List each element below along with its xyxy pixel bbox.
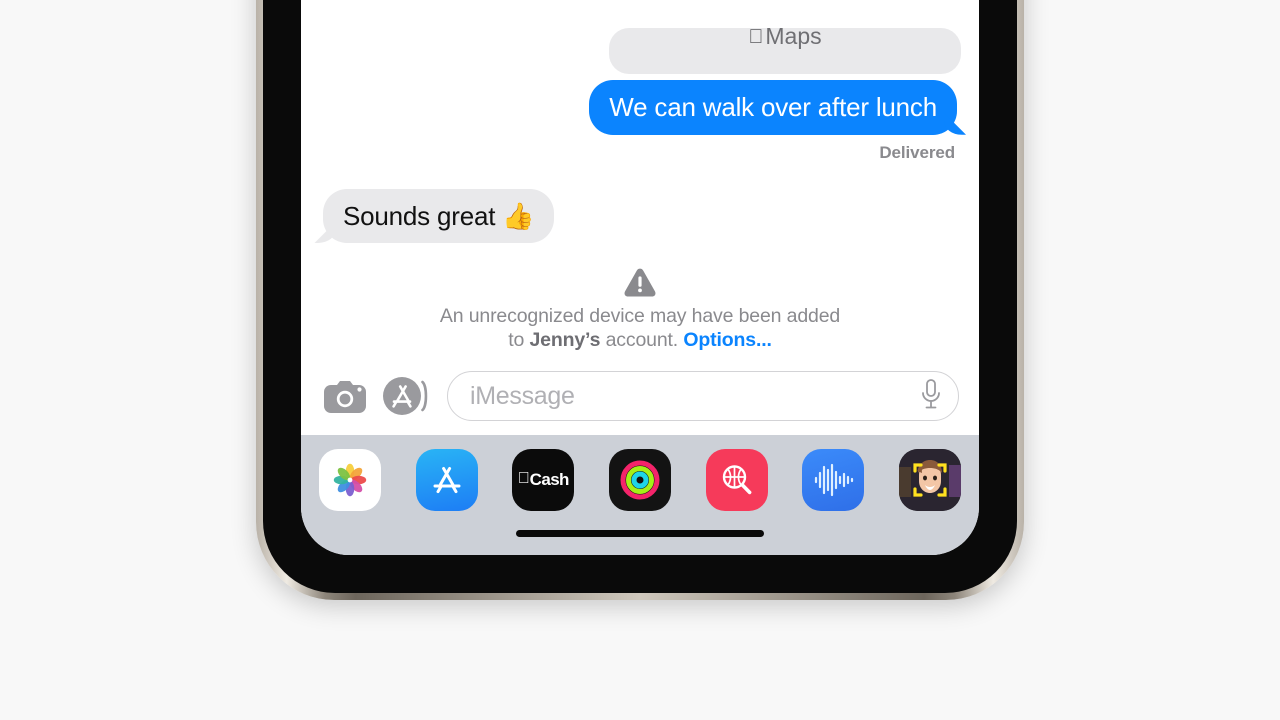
maps-label: Maps (757, 23, 821, 50)
screenshot-canvas:  Maps We can walk over after lunch Deli… (0, 0, 1280, 720)
app-icon-fitness[interactable] (608, 449, 671, 511)
warning-triangle-icon (349, 267, 931, 297)
apple-cash-label: Cash (518, 470, 570, 490)
app-icon-image-search[interactable] (705, 449, 768, 511)
alert-line-2-suffix: account. (600, 329, 684, 352)
app-icon-photos[interactable] (319, 449, 381, 511)
options-link[interactable]: Options... (683, 329, 772, 351)
incoming-message-row: Sounds great 👍 (319, 188, 961, 244)
iphone-screen:  Maps We can walk over after lunch Deli… (301, 0, 979, 555)
thumbs-up-emoji: 👍 (502, 200, 535, 231)
alert-account-name: Jenny’s (529, 329, 601, 352)
security-alert: An unrecognized device may have been add… (319, 243, 961, 361)
app-icon-app-store[interactable] (415, 449, 478, 511)
outgoing-message-bubble[interactable]: We can walk over after lunch (589, 80, 957, 135)
app-store-icon[interactable] (381, 376, 433, 416)
link-preview-row:  Maps (319, 23, 961, 80)
app-icon-audio-message[interactable] (802, 449, 865, 511)
device-bezel:  Maps We can walk over after lunch Deli… (263, 0, 1017, 593)
imessage-placeholder: iMessage (470, 381, 575, 410)
outgoing-message-text: We can walk over after lunch (609, 92, 937, 123)
iphone-device-frame:  Maps We can walk over after lunch Deli… (256, 0, 1024, 600)
outgoing-message-row: We can walk over after lunch (319, 80, 961, 135)
imessage-app-drawer: Cash (301, 435, 979, 511)
maps-link-preview[interactable]:  Maps (609, 23, 961, 75)
camera-icon[interactable] (323, 378, 367, 414)
maps-preview-label:  Maps (748, 23, 821, 50)
apple-logo-icon:  (748, 27, 763, 47)
microphone-icon[interactable] (918, 377, 944, 416)
imessage-input-field[interactable]: iMessage (447, 371, 959, 421)
message-input-bar: iMessage (301, 361, 979, 435)
app-icon-memoji[interactable] (898, 449, 961, 511)
home-indicator-area (301, 511, 979, 555)
apple-logo-icon:  (518, 471, 530, 487)
alert-line-1: An unrecognized device may have been add… (439, 305, 841, 328)
security-alert-text: An unrecognized device may have been add… (349, 305, 931, 353)
home-indicator[interactable] (516, 529, 764, 537)
delivery-status: Delivered (879, 142, 955, 162)
cash-text: Cash (523, 470, 570, 489)
alert-line-2-prefix: to (508, 329, 530, 352)
incoming-message-bubble[interactable]: Sounds great 👍 (323, 188, 555, 244)
app-icon-apple-cash[interactable]: Cash (512, 449, 575, 511)
message-thread[interactable]:  Maps We can walk over after lunch Deli… (301, 0, 979, 361)
incoming-message-text: Sounds great (343, 200, 503, 231)
